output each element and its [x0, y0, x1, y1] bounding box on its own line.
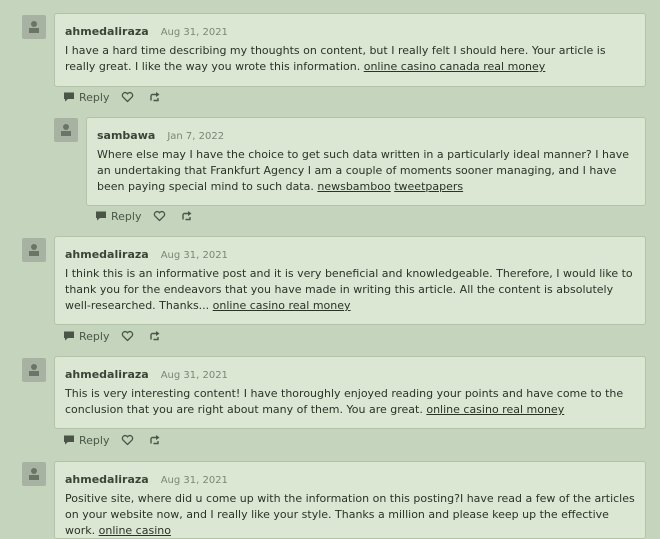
comment-link[interactable]: online casino real money	[213, 299, 351, 312]
share-icon	[150, 92, 160, 102]
comment-actions: Reply	[95, 208, 193, 224]
user-icon	[29, 244, 39, 256]
share-icon	[150, 435, 160, 445]
share-button[interactable]	[180, 210, 193, 222]
user-icon	[29, 364, 39, 376]
comment-text: I have a hard time describing my thought…	[65, 43, 635, 75]
share-button[interactable]	[148, 434, 161, 446]
comment-date: Aug 31, 2021	[160, 250, 228, 261]
heart-icon	[122, 330, 134, 342]
reply-icon	[64, 92, 74, 102]
comment-text: Where else may I have the choice to get …	[97, 147, 635, 195]
reply-label: Reply	[79, 433, 110, 447]
avatar[interactable]	[54, 118, 78, 142]
comment-text: This is very interesting content! I have…	[65, 386, 635, 418]
reply-button[interactable]: Reply	[63, 91, 109, 104]
comment-date: Aug 31, 2021	[160, 370, 228, 381]
comment-link[interactable]: online casino real money	[426, 403, 564, 416]
comment-date: Aug 31, 2021	[160, 475, 228, 486]
comment-author[interactable]: sambawa	[97, 129, 155, 142]
heart-icon	[122, 434, 134, 446]
comment-text: I think this is an informative post and …	[65, 266, 635, 314]
comment-author[interactable]: ahmedaliraza	[65, 368, 149, 381]
comment-bubble: ahmedaliraza Aug 31, 2021 I think this is…	[54, 236, 646, 325]
comment-author[interactable]: ahmedaliraza	[65, 473, 149, 486]
reply-button[interactable]: Reply	[63, 330, 109, 343]
share-icon	[182, 211, 192, 221]
comment-author[interactable]: ahmedaliraza	[65, 25, 149, 38]
comment-author[interactable]: ahmedaliraza	[65, 248, 149, 261]
reply-label: Reply	[79, 90, 110, 104]
reply-icon	[96, 211, 106, 221]
comment-link[interactable]: online casino canada real money	[364, 60, 546, 73]
comment-date: Jan 7, 2022	[167, 131, 225, 142]
reply-button[interactable]: Reply	[63, 434, 109, 447]
comment-actions: Reply	[63, 89, 161, 105]
heart-icon	[154, 210, 166, 222]
share-button[interactable]	[148, 330, 161, 342]
share-icon	[150, 331, 160, 341]
comment-link[interactable]: online casino	[99, 524, 171, 537]
comment-bubble: ahmedaliraza Aug 31, 2021 I have a hard t…	[54, 13, 646, 87]
comment-bubble: ahmedaliraza Aug 31, 2021 This is very in…	[54, 356, 646, 429]
comment-actions: Reply	[63, 328, 161, 344]
comment-actions: Reply	[63, 432, 161, 448]
like-button[interactable]	[121, 91, 134, 103]
reply-label: Reply	[79, 329, 110, 343]
user-icon	[29, 21, 39, 33]
comment-date: Aug 31, 2021	[160, 27, 228, 38]
share-button[interactable]	[148, 91, 161, 103]
avatar[interactable]	[22, 358, 46, 382]
reply-button[interactable]: Reply	[95, 210, 141, 223]
user-icon	[29, 468, 39, 480]
avatar[interactable]	[22, 15, 46, 39]
reply-icon	[64, 435, 74, 445]
avatar[interactable]	[22, 238, 46, 262]
like-button[interactable]	[121, 434, 134, 446]
reply-icon	[64, 331, 74, 341]
comment-bubble: ahmedaliraza Aug 31, 2021 Positive site, …	[54, 461, 646, 539]
user-icon	[61, 124, 71, 136]
comment-link[interactable]: newsbamboo	[317, 180, 390, 193]
comment-text: Positive site, where did u come up with …	[65, 491, 635, 539]
reply-label: Reply	[111, 209, 142, 223]
avatar[interactable]	[22, 462, 46, 486]
comment-link[interactable]: tweetpapers	[394, 180, 463, 193]
like-button[interactable]	[153, 210, 166, 222]
comment-bubble: sambawa Jan 7, 2022 Where else may I have…	[86, 117, 646, 206]
like-button[interactable]	[121, 330, 134, 342]
heart-icon	[122, 91, 134, 103]
